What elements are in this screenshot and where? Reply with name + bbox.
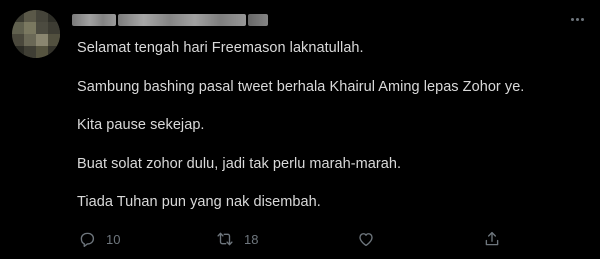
- retweet-icon: [217, 232, 233, 246]
- tweet-paragraph: Selamat tengah hari Freemason laknatulla…: [77, 40, 364, 56]
- avatar[interactable]: [12, 10, 60, 58]
- blurred-username[interactable]: [72, 14, 116, 26]
- tweet-paragraph: Kita pause sekejap.: [77, 117, 205, 133]
- retweet-button[interactable]: 18: [216, 228, 258, 250]
- blurred-timestamp: [248, 14, 268, 26]
- blurred-handle[interactable]: [118, 14, 246, 26]
- tweet-paragraph: Tiada Tuhan pun yang nak disembah.: [77, 194, 321, 210]
- like-button[interactable]: [357, 228, 385, 250]
- tweet-paragraph: Sambung bashing pasal tweet berhala Khai…: [77, 78, 525, 95]
- tweet-paragraph: Buat solat zohor dulu, jadi tak perlu ma…: [77, 155, 402, 172]
- reply-icon: [80, 232, 95, 247]
- share-icon: [485, 231, 499, 246]
- tweet-actions: 10 18: [76, 228, 506, 250]
- share-button[interactable]: [483, 228, 511, 250]
- tweet-card[interactable]: Selamat tengah hari Freemason laknatulla…: [0, 0, 600, 259]
- tweet-header: [72, 10, 572, 30]
- retweet-count: 18: [244, 231, 259, 247]
- reply-count: 10: [106, 231, 121, 247]
- more-icon[interactable]: [566, 8, 588, 30]
- tweet-text: Selamat tengah hari Freemason laknatulla…: [77, 39, 587, 232]
- heart-icon: [359, 233, 373, 247]
- reply-button[interactable]: 10: [78, 228, 120, 250]
